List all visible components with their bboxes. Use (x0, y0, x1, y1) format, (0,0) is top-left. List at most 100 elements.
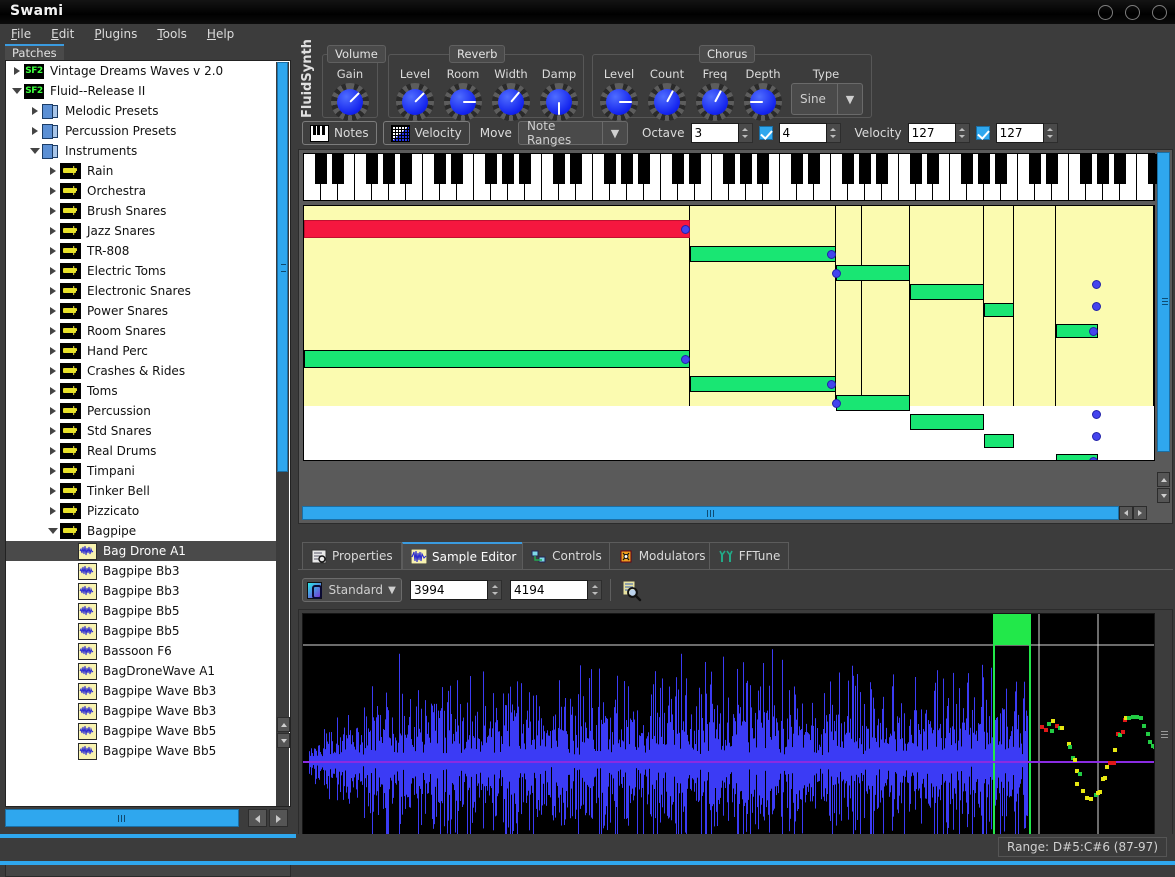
piano-black-key[interactable] (808, 154, 820, 184)
note-horizontal-scrollbar[interactable] (302, 506, 1147, 520)
tree-item[interactable]: Real Drums (6, 441, 278, 461)
tree-item[interactable]: Bagpipe Bb3 (6, 581, 278, 601)
tree-item[interactable]: Jazz Snares (6, 221, 278, 241)
note-scroll-up-icon[interactable] (1157, 472, 1170, 487)
tree-item[interactable]: Bag Drone A1 (6, 541, 278, 561)
piano-black-key[interactable] (383, 154, 395, 184)
note-vertical-scrollbar[interactable] (1157, 152, 1170, 468)
expander-closed-icon[interactable] (28, 121, 42, 141)
tree-item[interactable]: BagDroneWave A1 (6, 661, 278, 681)
tab-properties[interactable]: Properties (302, 542, 402, 569)
zone-handle-dot[interactable] (1092, 280, 1101, 289)
piano-black-key[interactable] (723, 154, 735, 184)
waveform-display[interactable] (302, 613, 1155, 846)
velocity-checkbox[interactable] (976, 126, 990, 140)
move-mode-select[interactable]: Note Ranges ▼ (518, 121, 628, 145)
zone-bar[interactable] (984, 434, 1014, 448)
knob-reverb-room-dial[interactable] (444, 83, 482, 121)
expander-closed-icon[interactable] (46, 321, 60, 341)
piano-black-key[interactable] (757, 154, 769, 184)
tree-item[interactable]: Electric Toms (6, 261, 278, 281)
close-icon[interactable] (1152, 5, 1167, 20)
expander-closed-icon[interactable] (46, 221, 60, 241)
piano-black-key[interactable] (859, 154, 871, 184)
tree-scroll-down-icon[interactable] (277, 733, 290, 748)
loop-end-input[interactable] (510, 580, 588, 600)
piano-black-key[interactable] (502, 154, 514, 184)
menu-file[interactable]: File (8, 26, 34, 42)
note-hscroll-left-icon[interactable] (1119, 506, 1133, 520)
piano-black-key[interactable] (876, 154, 888, 184)
octave-high-arrows-icon[interactable] (827, 123, 841, 143)
expander-closed-icon[interactable] (10, 61, 24, 81)
knob-chorus-freq[interactable]: Freq (693, 67, 737, 121)
zone-handle-dot[interactable] (681, 355, 690, 364)
tree-item[interactable]: Room Snares (6, 321, 278, 341)
tree-vertical-scrollbar[interactable] (276, 62, 289, 807)
velocity-high-input[interactable] (996, 123, 1044, 143)
tab-fftune[interactable]: FFTune (709, 542, 790, 569)
tab-modulators[interactable]: Modulators (609, 542, 715, 569)
tree-item[interactable]: Bagpipe (6, 521, 278, 541)
knob-chorus-depth-dial[interactable] (744, 83, 782, 121)
expander-closed-icon[interactable] (46, 281, 60, 301)
tree-item[interactable]: Bagpipe Bb5 (6, 621, 278, 641)
piano-black-key[interactable] (1114, 154, 1126, 184)
waveform-vertical-scroll[interactable] (1159, 613, 1170, 846)
zone-handle-dot[interactable] (827, 250, 836, 259)
tree-item[interactable]: Tinker Bell (6, 481, 278, 501)
menu-plugins[interactable]: Plugins (91, 26, 140, 42)
tree-item[interactable]: Brush Snares (6, 201, 278, 221)
loop-mode-select[interactable]: Standard ▼ (302, 578, 402, 602)
knob-chorus-count-dial[interactable] (648, 83, 686, 121)
loop-start-arrows-icon[interactable] (488, 580, 502, 600)
velocity-high-stepper[interactable] (996, 123, 1058, 143)
piano-black-key[interactable] (315, 154, 327, 184)
zone-column[interactable] (836, 206, 862, 406)
piano-black-key[interactable] (570, 154, 582, 184)
tree-item[interactable]: Bagpipe Wave Bb5 (6, 721, 278, 741)
tree-item[interactable]: Bagpipe Wave Bb3 (6, 701, 278, 721)
knob-chorus-count[interactable]: Count (645, 67, 689, 121)
piano-black-key[interactable] (842, 154, 854, 184)
piano-black-key[interactable] (740, 154, 752, 184)
expander-open-icon[interactable] (46, 521, 60, 541)
zone-handle-dot[interactable] (827, 380, 836, 389)
tree-item[interactable]: Instruments (6, 141, 278, 161)
minimize-icon[interactable] (1098, 5, 1113, 20)
piano-black-key[interactable] (400, 154, 412, 184)
octave-high-input[interactable] (779, 123, 827, 143)
knob-reverb-damp-dial[interactable] (540, 83, 578, 121)
expander-closed-icon[interactable] (46, 501, 60, 521)
note-range-editor[interactable] (298, 149, 1173, 524)
expander-closed-icon[interactable] (46, 401, 60, 421)
zone-bar[interactable] (836, 395, 910, 411)
piano-black-key[interactable] (927, 154, 939, 184)
tree-hscroll-right-icon[interactable] (269, 809, 288, 827)
zone-bar[interactable] (910, 284, 984, 300)
zone-handle-dot[interactable] (1092, 432, 1101, 441)
octave-checkbox[interactable] (759, 126, 773, 140)
piano-black-key[interactable] (961, 154, 973, 184)
velocity-low-arrows-icon[interactable] (956, 123, 970, 143)
expander-closed-icon[interactable] (46, 161, 60, 181)
piano-black-key[interactable] (689, 154, 701, 184)
tree-item[interactable]: Pizzicato (6, 501, 278, 521)
piano-black-key[interactable] (978, 154, 990, 184)
note-vscroll-thumb[interactable] (1157, 152, 1170, 452)
zone-column[interactable] (1014, 206, 1056, 406)
piano-black-key[interactable] (366, 154, 378, 184)
note-hscroll-thumb[interactable] (302, 506, 1119, 520)
zone-bar[interactable] (690, 246, 836, 262)
zone-map[interactable] (303, 205, 1155, 461)
tree-item[interactable]: Toms (6, 381, 278, 401)
waveform-panel[interactable] (298, 609, 1173, 864)
expander-closed-icon[interactable] (46, 201, 60, 221)
tree-item[interactable]: Bagpipe Wave Bb3 (6, 681, 278, 701)
piano-black-key[interactable] (1029, 154, 1041, 184)
expander-closed-icon[interactable] (28, 101, 42, 121)
tree-item[interactable]: Rain (6, 161, 278, 181)
tree-item[interactable]: Bassoon F6 (6, 641, 278, 661)
piano-black-key[interactable] (638, 154, 650, 184)
loop-end-stepper[interactable] (510, 580, 602, 600)
